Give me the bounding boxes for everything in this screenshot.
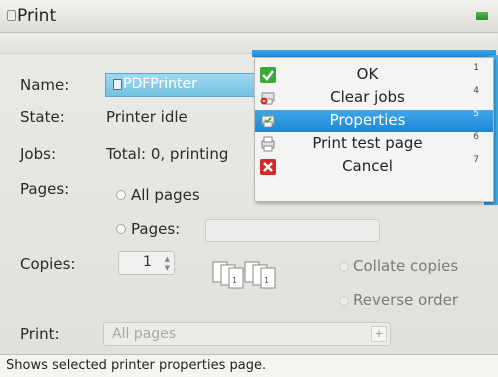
copies-stepper[interactable]: 1 ▲ ▼ [118, 251, 175, 275]
jobs-value: Total: 0, printing [106, 145, 229, 163]
shortcut-key: 7 [473, 155, 479, 165]
reverse-order-checkbox[interactable] [339, 296, 349, 306]
status-bar: Shows selected printer properties page. [0, 354, 498, 377]
signal-icon [476, 12, 488, 20]
shortcut-key: 6 [473, 132, 479, 142]
reverse-order-label[interactable]: Reverse order [353, 291, 458, 309]
increment-icon[interactable]: ▲ [165, 255, 170, 263]
shortcut-key: 4 [473, 86, 479, 96]
menu-item-ok[interactable]: OK 1 [255, 63, 493, 86]
collate-label[interactable]: Collate copies [353, 257, 458, 275]
context-menu: OK 1 Clear jobs 4 Properties 5 Print tes… [254, 57, 494, 202]
status-text: Shows selected printer properties page. [6, 358, 267, 373]
shortcut-key: 1 [473, 63, 479, 73]
print-range-combo[interactable]: All pages + [103, 322, 391, 346]
printer-icon [7, 10, 16, 21]
collate-checkbox[interactable] [339, 262, 349, 272]
state-label: State: [20, 108, 65, 126]
copies-value: 1 [143, 254, 152, 270]
svg-text:1: 1 [264, 276, 269, 285]
all-pages-radio[interactable] [116, 190, 126, 200]
shortcut-key: 5 [473, 109, 479, 119]
window-title: Print [17, 6, 57, 26]
menu-item-label: Properties [329, 111, 406, 129]
check-icon [260, 67, 276, 83]
print-label: Print: [20, 325, 60, 343]
menu-item-properties[interactable]: Properties 5 [255, 109, 493, 132]
menu-item-label: Print test page [312, 134, 423, 152]
page-range-label[interactable]: Pages: [131, 220, 180, 238]
printer-name-value: PDFPrinter [123, 76, 197, 92]
menu-item-cancel[interactable]: Cancel 7 [255, 155, 493, 178]
printer-name-combo[interactable]: PDFPrinter [105, 73, 260, 97]
decrement-icon[interactable]: ▼ [165, 264, 170, 272]
expand-icon[interactable]: + [371, 326, 387, 342]
collate-icon: 1 1 [212, 261, 276, 289]
test-page-icon [260, 136, 276, 152]
page-range-radio[interactable] [116, 224, 126, 234]
jobs-label: Jobs: [20, 145, 56, 163]
menu-header-strip [252, 50, 496, 57]
print-range-value: All pages [112, 326, 177, 342]
title-bar: Print [0, 0, 498, 33]
name-label: Name: [20, 76, 70, 94]
all-pages-label[interactable]: All pages [131, 186, 200, 204]
clear-jobs-icon [260, 90, 276, 106]
menu-item-label: Clear jobs [330, 88, 405, 106]
state-value: Printer idle [106, 108, 188, 126]
printer-icon [113, 79, 122, 90]
properties-icon [260, 113, 276, 129]
menu-item-label: Cancel [342, 157, 393, 175]
cancel-icon [260, 159, 276, 175]
copies-label: Copies: [20, 255, 76, 273]
menu-item-label: OK [356, 65, 379, 83]
svg-text:1: 1 [232, 276, 237, 285]
menu-item-print-test-page[interactable]: Print test page 6 [255, 132, 493, 155]
menu-item-clear-jobs[interactable]: Clear jobs 4 [255, 86, 493, 109]
page-range-input[interactable] [205, 219, 380, 242]
pages-label: Pages: [20, 180, 70, 198]
